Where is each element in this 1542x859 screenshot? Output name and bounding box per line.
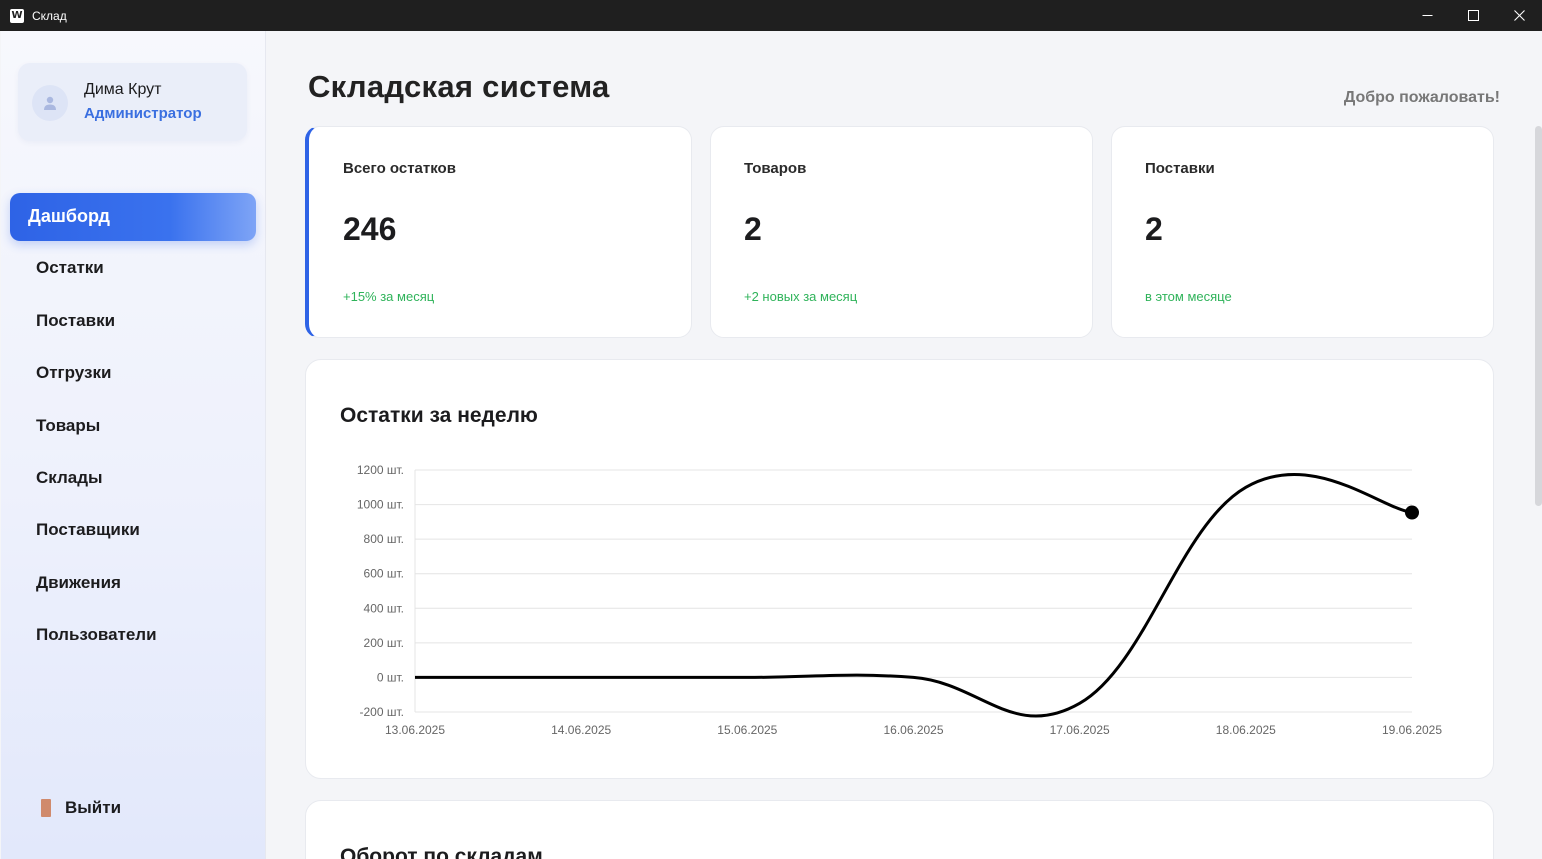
minimize-button[interactable] <box>1404 0 1450 31</box>
sidebar: Дима Крут Администратор Дашборд Остатки … <box>1 31 266 859</box>
y-tick-label: 200 шт. <box>364 636 404 650</box>
y-tick-label: 600 шт. <box>364 567 404 581</box>
app-icon: W <box>10 8 24 23</box>
stat-card-products: Товаров 2 +2 новых за месяц <box>710 126 1093 338</box>
sidebar-item-users[interactable]: Пользователи <box>36 623 157 647</box>
stat-label: Товаров <box>744 160 807 177</box>
user-icon <box>44 96 56 110</box>
sidebar-item-movements[interactable]: Движения <box>36 571 121 595</box>
page-title: Складская система <box>308 69 610 104</box>
stat-card-deliveries: Поставки 2 в этом месяце <box>1111 126 1494 338</box>
minimize-icon <box>1422 15 1432 16</box>
main-content: Складская система Добро пожаловать! Всег… <box>266 31 1542 859</box>
maximize-button[interactable] <box>1450 0 1496 31</box>
y-tick-label: 400 шт. <box>364 601 404 615</box>
sidebar-item-products[interactable]: Товары <box>36 414 100 438</box>
x-tick-label: 15.06.2025 <box>717 723 777 737</box>
logout-button[interactable]: Выйти <box>41 798 121 818</box>
y-tick-label: 0 шт. <box>377 670 404 684</box>
close-button[interactable] <box>1496 0 1542 31</box>
x-tick-label: 16.06.2025 <box>883 723 943 737</box>
window-controls <box>1404 0 1542 31</box>
welcome-text: Добро пожаловать! <box>1343 89 1500 106</box>
sidebar-item-stock[interactable]: Остатки <box>36 256 104 280</box>
data-point <box>1405 505 1419 520</box>
warehouse-turnover-card: Оборот по складам <box>305 800 1494 859</box>
x-tick-label: 14.06.2025 <box>551 723 611 737</box>
sidebar-item-suppliers[interactable]: Поставщики <box>36 518 140 542</box>
x-tick-label: 17.06.2025 <box>1050 723 1110 737</box>
sidebar-item-dashboard[interactable]: Дашборд <box>10 193 256 241</box>
x-tick-label: 19.06.2025 <box>1382 723 1442 737</box>
stat-value: 246 <box>343 211 397 247</box>
y-tick-label: -200 шт. <box>360 705 404 719</box>
user-name: Дима Крут <box>84 81 162 98</box>
stat-value: 2 <box>744 211 762 247</box>
warehouse-turnover-title: Оборот по складам <box>340 845 543 859</box>
window-titlebar: W Склад <box>0 0 1542 31</box>
maximize-icon <box>1467 10 1479 21</box>
stat-note: в этом месяце <box>1145 289 1232 304</box>
x-tick-label: 13.06.2025 <box>385 723 445 737</box>
chart-card: Остатки за неделю 1200 шт. 1000 шт. 800 шт… <box>305 359 1494 779</box>
scrollbar[interactable] <box>1535 126 1542 506</box>
sidebar-item-deliveries[interactable]: Поставки <box>36 309 115 333</box>
close-icon <box>1513 10 1525 21</box>
avatar <box>32 85 68 121</box>
stat-value: 2 <box>1145 211 1163 247</box>
user-profile-card: Дима Крут Администратор <box>18 63 247 141</box>
stat-note: +15% за месяц <box>343 289 435 304</box>
series-line <box>415 473 1413 718</box>
stat-label: Всего остатков <box>343 160 456 177</box>
stat-label: Поставки <box>1145 160 1215 177</box>
stat-note: +2 новых за месяц <box>744 289 858 304</box>
x-tick-label: 18.06.2025 <box>1216 723 1276 737</box>
y-tick-label: 1000 шт. <box>357 498 404 512</box>
y-tick-label: 800 шт. <box>364 532 404 546</box>
y-tick-label: 1200 шт. <box>357 463 404 477</box>
door-icon <box>41 799 51 817</box>
sidebar-item-shipments[interactable]: Отгрузки <box>36 361 111 385</box>
logout-label: Выйти <box>65 798 122 817</box>
sidebar-item-warehouses[interactable]: Склады <box>36 466 103 490</box>
line-chart: 1200 шт. 1000 шт. 800 шт. 600 шт. 400 шт. 200… <box>357 463 1443 737</box>
stat-card-total-stock: Всего остатков 246 +15% за месяц <box>305 126 692 338</box>
window-title: Склад <box>32 8 67 23</box>
user-role: Администратор <box>84 105 202 122</box>
